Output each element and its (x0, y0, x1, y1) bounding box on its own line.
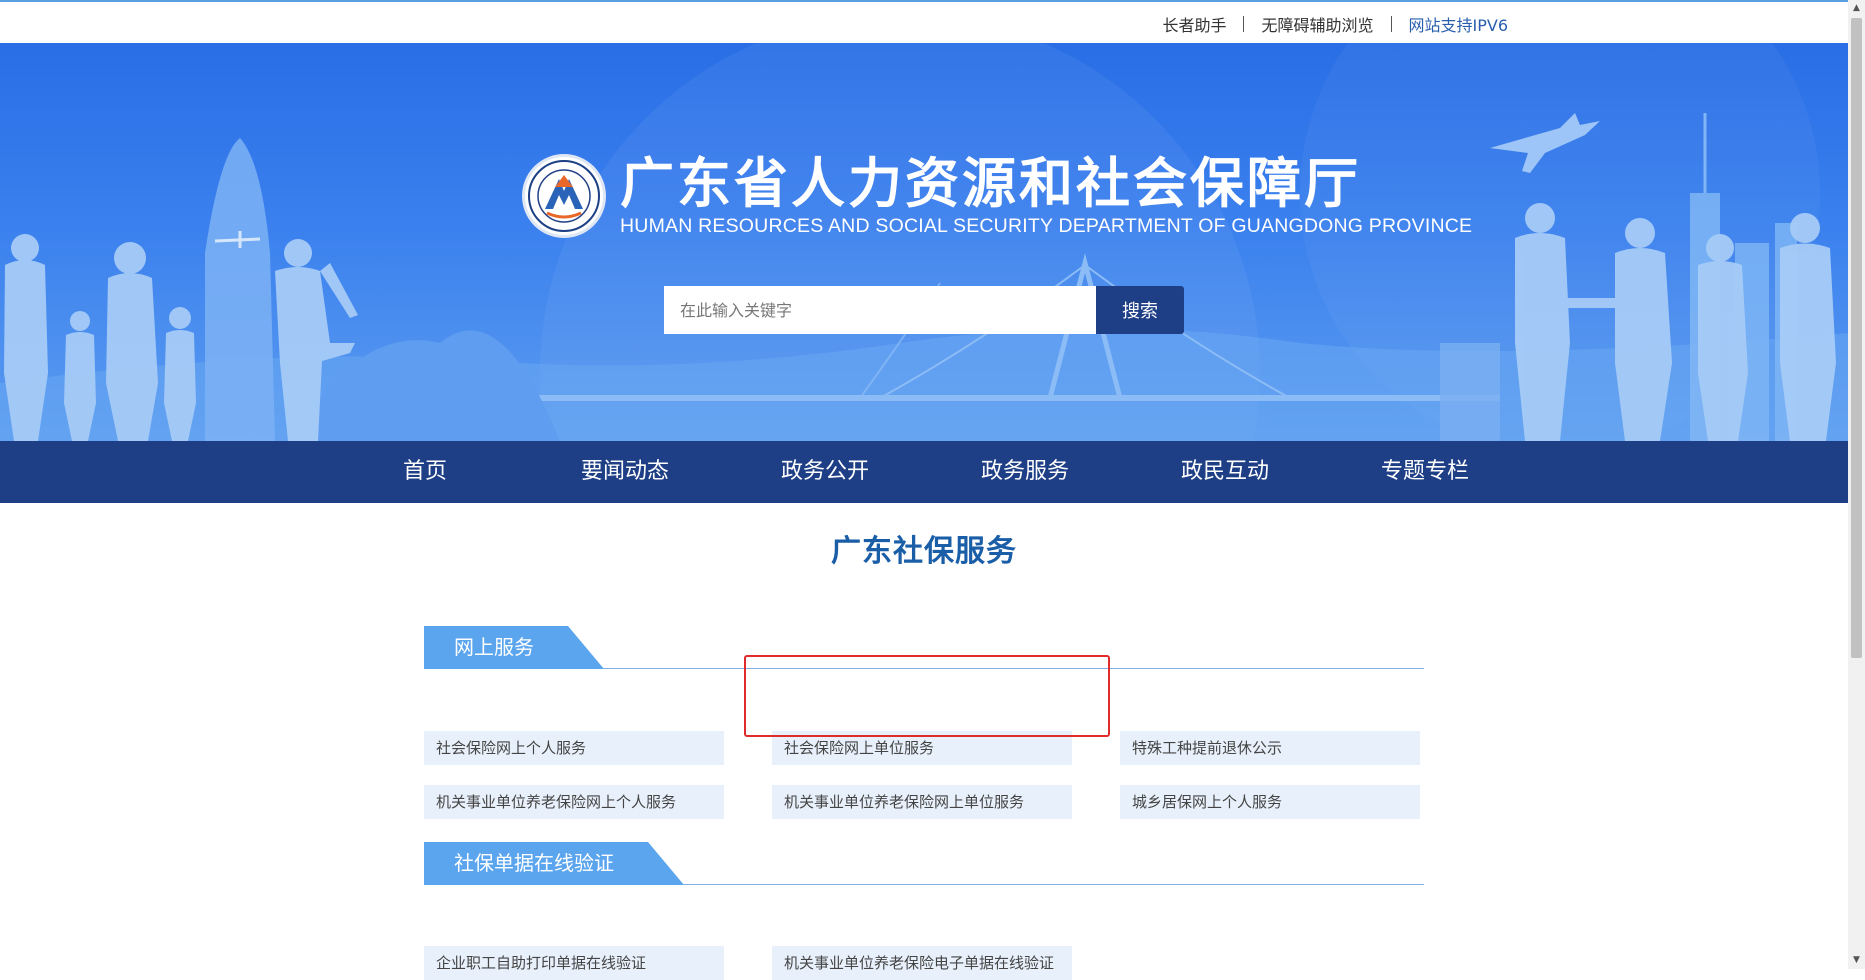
vertical-scrollbar[interactable]: ▲ ▼ (1848, 0, 1865, 969)
accessibility-link[interactable]: 无障碍辅助浏览 (1261, 12, 1373, 36)
top-links: 长者助手 无障碍辅助浏览 网站支持IPV6 (1162, 12, 1508, 36)
department-emblem-icon (522, 153, 606, 238)
scroll-up-arrow-icon[interactable]: ▲ (1848, 0, 1865, 17)
nav-item-news[interactable]: 要闻动态 (581, 441, 669, 503)
section-header: 社保单据在线验证 (424, 842, 1424, 885)
verification-link-institution-pension-e-receipt[interactable]: 机关事业单位养老保险电子单据在线验证 (772, 946, 1072, 980)
verification-link-employee-self-print[interactable]: 企业职工自助打印单据在线验证 (424, 946, 724, 980)
online-services-section: 网上服务 社会保险网上个人服务 社会保险网上单位服务 特殊工种提前退休公示 机关… (424, 626, 1424, 819)
nav-item-government-services[interactable]: 政务服务 (981, 441, 1069, 503)
scroll-down-arrow-icon[interactable]: ▼ (1848, 952, 1865, 969)
elder-assistant-link[interactable]: 长者助手 (1162, 12, 1226, 36)
service-link-early-retirement-notice[interactable]: 特殊工种提前退休公示 (1120, 731, 1420, 765)
divider (1243, 16, 1245, 32)
ipv6-support-link[interactable]: 网站支持IPV6 (1409, 12, 1509, 36)
service-link-urban-rural-pension-individual[interactable]: 城乡居保网上个人服务 (1120, 785, 1420, 819)
section-title: 网上服务 (424, 626, 604, 669)
page-title: 广东社保服务 (831, 534, 1017, 569)
search-bar: 搜索 (664, 286, 1184, 334)
city-skyline-illustration (0, 43, 1848, 441)
site-title-en: HUMAN RESOURCES AND SOCIAL SECURITY DEPA… (620, 215, 1473, 237)
main-nav: 首页 要闻动态 政务公开 政务服务 政民互动 专题专栏 (0, 441, 1848, 503)
section-title: 社保单据在线验证 (424, 842, 684, 885)
header-banner: 广东省人力资源和社会保障厅 HUMAN RESOURCES AND SOCIAL… (0, 43, 1848, 441)
nav-item-special-topics[interactable]: 专题专栏 (1381, 441, 1469, 503)
online-verification-section: 社保单据在线验证 企业职工自助打印单据在线验证 机关事业单位养老保险电子单据在线… (424, 842, 1424, 980)
nav-item-public-interaction[interactable]: 政民互动 (1181, 441, 1269, 503)
site-title-cn: 广东省人力资源和社会保障厅 (620, 152, 1361, 215)
nav-item-government-affairs-disclosure[interactable]: 政务公开 (781, 441, 869, 503)
search-button[interactable]: 搜索 (1096, 286, 1184, 334)
search-input[interactable] (664, 286, 1096, 334)
service-link-individual-social-insurance[interactable]: 社会保险网上个人服务 (424, 731, 724, 765)
section-header: 网上服务 (424, 626, 1424, 669)
scroll-thumb[interactable] (1851, 18, 1862, 658)
top-utility-bar: 长者助手 无障碍辅助浏览 网站支持IPV6 (0, 0, 1848, 43)
service-link-employer-social-insurance[interactable]: 社会保险网上单位服务 (772, 731, 1072, 765)
site-logo[interactable]: 广东省人力资源和社会保障厅 HUMAN RESOURCES AND SOCIAL… (522, 153, 1472, 238)
service-link-institution-pension-individual[interactable]: 机关事业单位养老保险网上个人服务 (424, 785, 724, 819)
service-link-institution-pension-employer[interactable]: 机关事业单位养老保险网上单位服务 (772, 785, 1072, 819)
nav-item-home[interactable]: 首页 (403, 441, 447, 503)
divider (1390, 16, 1392, 32)
